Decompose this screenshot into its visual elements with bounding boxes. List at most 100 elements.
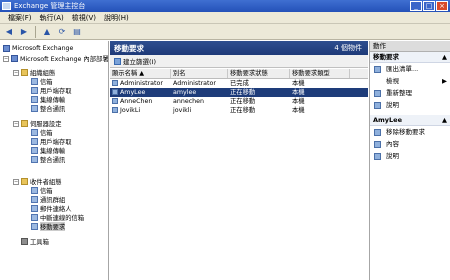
- cell-type: 本機: [292, 80, 305, 87]
- tree-toolbox[interactable]: 工具箱: [21, 237, 49, 246]
- tree-item[interactable]: 信箱: [31, 128, 53, 137]
- table-row-selected[interactable]: AmyLee amylee 正在移動 本機: [110, 88, 368, 97]
- menu-file[interactable]: 檔案(F): [4, 12, 36, 23]
- action-group-amylee[interactable]: AmyLee ▲: [370, 115, 450, 126]
- toolbar-separator: [35, 25, 36, 38]
- menu-view[interactable]: 檢視(V): [68, 12, 100, 23]
- tree-item-label: 用戶端存取: [40, 139, 72, 146]
- hub-transport-icon: [31, 147, 38, 154]
- collapse-arrow-icon[interactable]: ▲: [442, 52, 447, 63]
- mailbox-icon: [31, 187, 38, 194]
- collapse-icon[interactable]: −: [13, 121, 19, 127]
- actions-pane: 動作 移動要求 ▲ 匯出清單... 檢視 ▶ 重新整理 說明 AmyLee ▲ 移…: [369, 41, 450, 280]
- tree-item[interactable]: 中斷連線的信箱: [31, 213, 84, 222]
- user-icon: [112, 80, 118, 86]
- column-alias[interactable]: 別名: [171, 69, 228, 78]
- cell-display-name: Administrator: [110, 79, 171, 88]
- collapse-icon[interactable]: −: [13, 179, 19, 185]
- action-group-label: AmyLee: [373, 116, 402, 124]
- close-button[interactable]: ×: [436, 1, 448, 11]
- tree-server-config[interactable]: 伺服器設定: [21, 119, 61, 128]
- collapse-icon[interactable]: −: [3, 56, 9, 62]
- grid-header: 顯示名稱 ▲ 別名 移動要求狀態 移動要求類型: [110, 69, 368, 79]
- menu-help[interactable]: 說明(H): [100, 12, 133, 23]
- up-folder-icon[interactable]: ▲: [41, 26, 53, 38]
- tree-item-label: 通訊群組: [40, 197, 66, 204]
- minimize-button[interactable]: _: [410, 1, 422, 11]
- filter-bar: 建立篩選(I): [110, 55, 368, 68]
- tree-item-label: 信箱: [40, 130, 53, 137]
- tree-recipient-config-label: 收件者組態: [30, 179, 62, 186]
- exchange-app-icon: [2, 2, 11, 10]
- tree-item[interactable]: 整合通訊: [31, 104, 65, 113]
- title-bar: Exchange 管理主控台 _ □ ×: [0, 0, 450, 12]
- tree-item[interactable]: 整合通訊: [31, 155, 65, 164]
- create-filter-button[interactable]: 建立篩選(I): [123, 56, 156, 66]
- menu-action[interactable]: 執行(A): [36, 12, 68, 23]
- cell-text: Administrator: [120, 80, 163, 87]
- actions-title: 動作: [370, 41, 450, 52]
- action-help[interactable]: 說明: [370, 99, 450, 111]
- tree-org[interactable]: Microsoft Exchange 內部部署: [11, 54, 109, 63]
- client-access-icon: [31, 87, 38, 94]
- maximize-button[interactable]: □: [423, 1, 435, 11]
- console-tree: Microsoft Exchange − Microsoft Exchange …: [0, 41, 109, 280]
- column-move-status[interactable]: 移動要求狀態: [228, 69, 290, 78]
- action-help[interactable]: 說明: [370, 150, 450, 162]
- filter-icon: [114, 57, 121, 65]
- table-row[interactable]: JovikLi jovikli 正在移動 本機: [110, 106, 368, 115]
- tree-item[interactable]: 用戶端存取: [31, 137, 71, 146]
- action-export-list[interactable]: 匯出清單...: [370, 63, 450, 75]
- tree-item-label: 集線傳輸: [40, 97, 66, 104]
- tree-item[interactable]: 集線傳輸: [31, 146, 65, 155]
- action-label: 移除移動要求: [386, 128, 425, 136]
- cell-type: 本機: [292, 98, 305, 105]
- forward-arrow-icon[interactable]: ▶: [18, 26, 30, 38]
- column-move-type[interactable]: 移動要求類型: [290, 69, 350, 78]
- tree-root[interactable]: Microsoft Exchange: [3, 44, 73, 53]
- collapse-icon[interactable]: −: [13, 70, 19, 76]
- table-row[interactable]: Administrator Administrator 已完成 本機: [110, 79, 368, 88]
- toolbox-icon: [21, 238, 28, 245]
- action-remove-move-request[interactable]: 移除移動要求: [370, 126, 450, 138]
- properties-icon: [374, 141, 381, 148]
- action-view[interactable]: 檢視 ▶: [370, 75, 450, 87]
- cell-text: AmyLee: [120, 89, 146, 96]
- table-row[interactable]: AnneChen annechen 正在移動 本機: [110, 97, 368, 106]
- refresh-icon[interactable]: ⟳: [56, 26, 68, 38]
- cell-status: 正在移動: [230, 107, 256, 114]
- tree-item[interactable]: 用戶端存取: [31, 86, 71, 95]
- window-title: Exchange 管理主控台: [14, 2, 86, 10]
- tree-item[interactable]: 郵件連絡人: [31, 204, 71, 213]
- cell-alias: jovikli: [173, 107, 192, 114]
- action-refresh[interactable]: 重新整理: [370, 87, 450, 99]
- action-group-move-request[interactable]: 移動要求 ▲: [370, 52, 450, 63]
- disconnected-mailbox-icon: [31, 214, 38, 221]
- tree-item[interactable]: 信箱: [31, 186, 53, 195]
- tree-org-label: Microsoft Exchange 內部部署: [20, 56, 109, 63]
- action-properties[interactable]: 內容: [370, 138, 450, 150]
- action-label: 檢視: [386, 77, 399, 85]
- result-pane-title: 移動要求: [114, 43, 144, 53]
- cell-status: 正在移動: [230, 89, 256, 96]
- exchange-icon: [3, 45, 10, 52]
- tree-item[interactable]: 集線傳輸: [31, 95, 65, 104]
- back-arrow-icon[interactable]: ◀: [3, 26, 15, 38]
- collapse-arrow-icon[interactable]: ▲: [442, 115, 447, 126]
- tree-item[interactable]: 信箱: [31, 77, 53, 86]
- toolbar: ◀ ▶ ▲ ⟳ ▤: [0, 24, 450, 40]
- tree-item-move-request[interactable]: 移動要求: [31, 222, 66, 231]
- cell-text: JovikLi: [120, 107, 141, 114]
- action-label: 內容: [386, 140, 399, 148]
- tree-item-label: 整合通訊: [40, 106, 66, 113]
- cell-display-name: AmyLee: [110, 88, 171, 97]
- column-display-name[interactable]: 顯示名稱 ▲: [110, 69, 171, 78]
- move-request-icon: [31, 223, 38, 230]
- action-label: 說明: [386, 101, 399, 109]
- properties-icon[interactable]: ▤: [71, 26, 83, 38]
- tree-org-config[interactable]: 組織組態: [21, 68, 55, 77]
- folder-icon: [21, 178, 28, 185]
- tree-recipient-config[interactable]: 收件者組態: [21, 177, 61, 186]
- tree-item[interactable]: 通訊群組: [31, 195, 65, 204]
- cell-text: AnneChen: [120, 98, 153, 105]
